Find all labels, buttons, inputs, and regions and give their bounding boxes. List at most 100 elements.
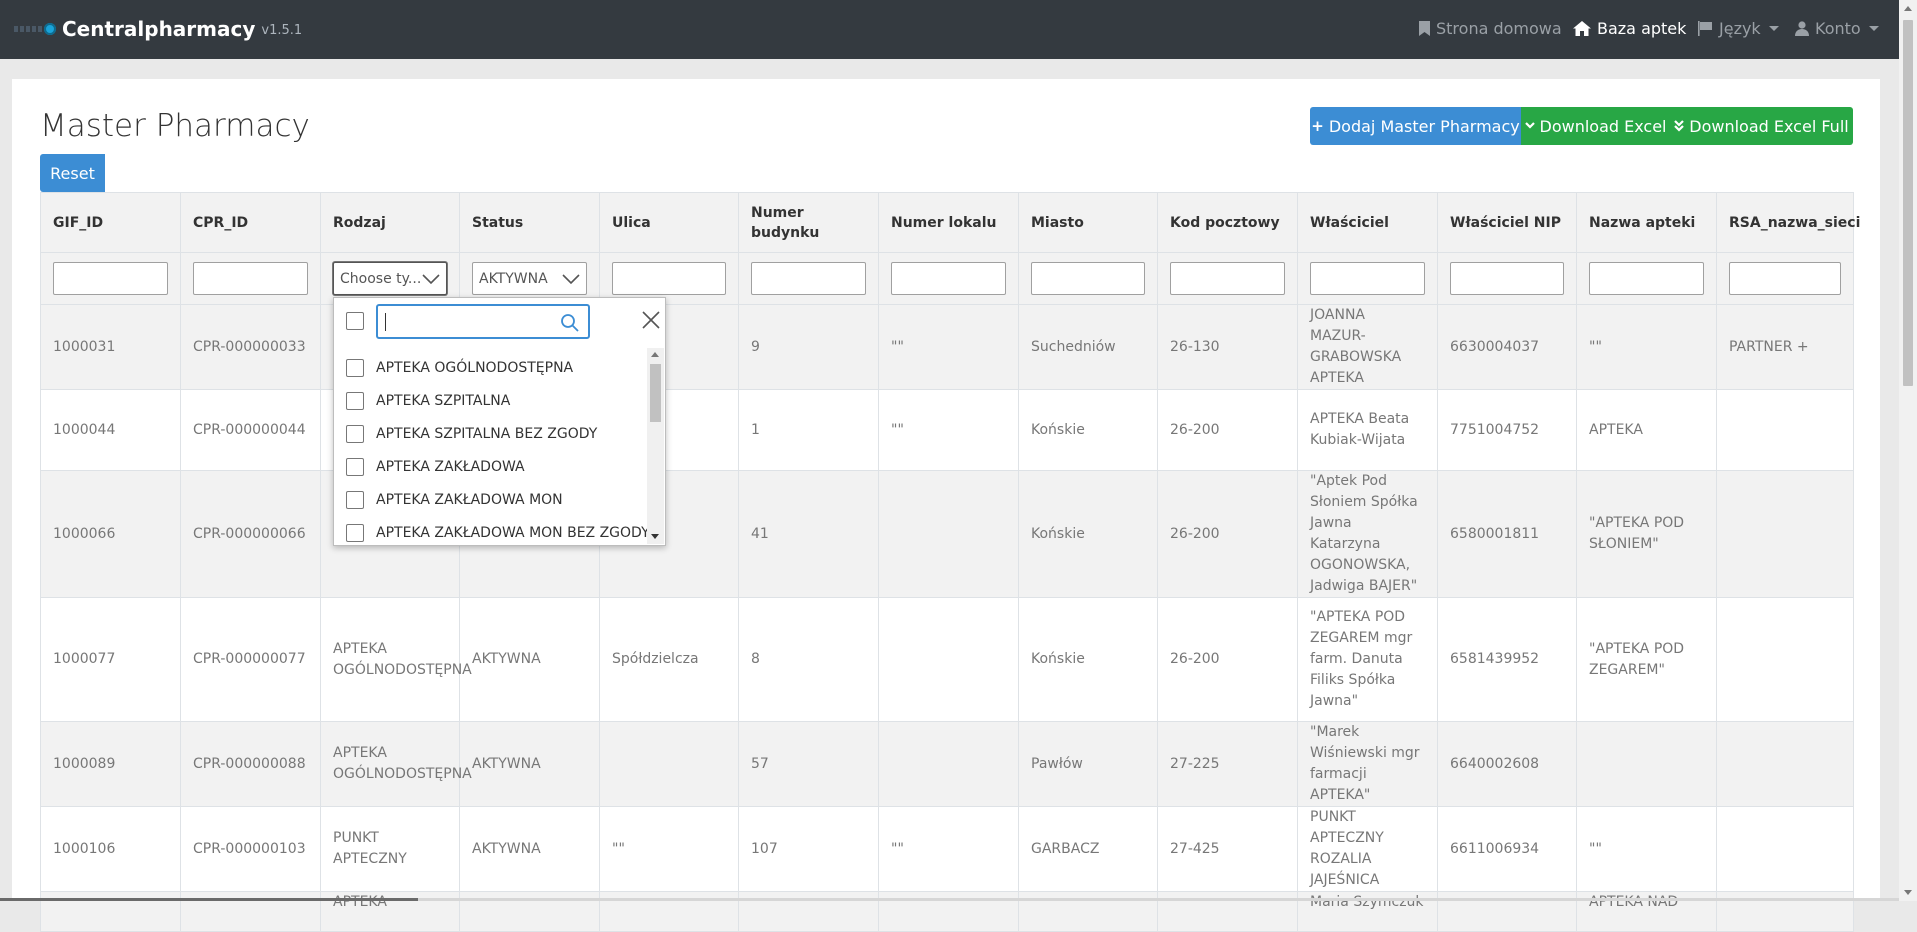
table-cell: 26-200	[1157, 470, 1298, 598]
column-header[interactable]: RSA_nazwa_sieci	[1716, 192, 1860, 253]
dropdown-option-list: APTEKA OGÓLNODOSTĘPNA APTEKA SZPITALNA APT…	[334, 351, 650, 549]
option-checkbox[interactable]	[346, 358, 364, 377]
table-cell: 26-200	[1157, 389, 1298, 471]
table-cell: PUNKT APTECZNY ROZALIA JAJEŚNICA	[1297, 806, 1438, 892]
table-cell: ""	[1576, 304, 1717, 390]
table-cell: APTEKA	[1576, 389, 1717, 471]
owner-nip-filter-input[interactable]	[1450, 262, 1564, 295]
nav-pharmacy-db[interactable]: Baza aptek	[1573, 16, 1686, 40]
option-checkbox[interactable]	[346, 490, 364, 509]
table-cell: Końskie	[1018, 470, 1158, 598]
table-row[interactable]: 1000044CPR-000000044wa1""Końskie26-200AP…	[40, 389, 1854, 471]
table-row[interactable]: 1000066CPR-000000066NAalna41Końskie26-20…	[40, 470, 1854, 598]
column-header[interactable]: Ulica	[599, 192, 739, 253]
table-cell: 1000044	[40, 389, 181, 471]
cpr-id-filter-input[interactable]	[193, 262, 308, 295]
column-header[interactable]: Właściciel	[1297, 192, 1438, 253]
filter-cell	[1716, 252, 1854, 305]
option-checkbox[interactable]	[346, 424, 364, 443]
brand-logo-icon	[14, 22, 56, 36]
dropdown-scrollbar[interactable]	[647, 348, 664, 544]
add-button-label: Dodaj Master Pharmacy	[1328, 116, 1520, 136]
download-excel-full-button[interactable]: Download Excel Full	[1670, 107, 1853, 145]
table-cell: CPR-000000088	[180, 721, 321, 807]
table-row[interactable]: 1000089 CPR-000000088 APTEKA OGÓLNODOSTĘPN…	[40, 721, 1854, 807]
type-filter-select[interactable]: Choose ty...	[333, 262, 447, 295]
dropdown-option[interactable]: APTEKA ZAKŁADOWA	[334, 450, 644, 483]
add-master-pharmacy-button[interactable]: + Dodaj Master Pharmacy	[1310, 107, 1521, 145]
scrollbar-thumb[interactable]	[650, 364, 661, 422]
table-cell: 1000106	[40, 806, 181, 892]
scroll-down-icon[interactable]	[1904, 890, 1912, 895]
pharmacy-name-filter-input[interactable]	[1589, 262, 1704, 295]
reset-button[interactable]: Reset	[40, 154, 105, 192]
nav-language[interactable]: Język	[1697, 16, 1779, 40]
street-filter-input[interactable]	[612, 262, 726, 295]
table-cell: "APTEKA POD ZEGAREM mgr farm. Danuta Fil…	[1297, 597, 1438, 722]
dropdown-option[interactable]: APTEKA ZAKŁADOWA MON	[334, 483, 644, 516]
table-row[interactable]: 1000106 CPR-000000103 PUNKT APTECZNY AKTYWN…	[40, 806, 1854, 892]
user-icon	[1795, 20, 1809, 36]
option-checkbox[interactable]	[346, 457, 364, 476]
download-excel-button[interactable]: Download Excel	[1521, 107, 1670, 145]
table-row[interactable]: 1000031CPR-000000033ck9""Suchedniów26-13…	[40, 304, 1854, 390]
owner-filter-input[interactable]	[1310, 262, 1425, 295]
table-row[interactable]: 1000077 CPR-000000077 APTEKA OGÓLNODOSTĘPN…	[40, 597, 1854, 722]
table-cell	[1716, 597, 1854, 722]
status-filter-select[interactable]: AKTYWNA	[472, 262, 587, 295]
dropdown-search-input[interactable]	[376, 304, 590, 339]
column-header[interactable]: Status	[459, 192, 600, 253]
column-header[interactable]: Numer lokalu	[878, 192, 1019, 253]
option-checkbox[interactable]	[346, 523, 364, 542]
dropdown-option[interactable]: APTEKA SZPITALNA BEZ ZGODY	[334, 417, 644, 450]
scroll-up-icon[interactable]	[651, 352, 659, 357]
column-header[interactable]: Właściciel NIP	[1437, 192, 1577, 253]
network-name-filter-input[interactable]	[1729, 262, 1841, 295]
chevron-down-icon	[1768, 25, 1779, 31]
dropdown-option[interactable]: APTEKA ZAKŁADOWA MON BEZ ZGODY	[334, 516, 650, 549]
table-cell	[1716, 806, 1854, 892]
table-cell: APTEKA OGÓLNODOSTĘPNA	[320, 721, 472, 807]
page-scrollbar[interactable]	[1899, 0, 1917, 901]
table-cell: 6630004037	[1437, 304, 1577, 390]
table-cell: 57	[738, 721, 879, 807]
column-header[interactable]: Rodzaj	[320, 192, 460, 253]
plus-icon: +	[1311, 117, 1324, 135]
building-number-filter-input[interactable]	[751, 262, 866, 295]
column-header[interactable]: GIF_ID	[40, 192, 181, 253]
option-checkbox[interactable]	[346, 391, 364, 410]
table-cell: CPR-000000066	[180, 470, 321, 598]
nav-account[interactable]: Konto	[1795, 16, 1879, 40]
scroll-up-icon[interactable]	[1904, 6, 1912, 11]
postal-code-filter-input[interactable]	[1170, 262, 1285, 295]
column-header[interactable]: Kod pocztowy	[1157, 192, 1298, 253]
table-cell: Końskie	[1018, 597, 1158, 722]
table-cell: APTEKA Beata Kubiak-Wijata	[1297, 389, 1438, 471]
filter-cell	[738, 252, 879, 305]
flag-icon	[1698, 20, 1712, 36]
table-cell: CPR-000000044	[180, 389, 321, 471]
scroll-down-icon[interactable]	[651, 534, 659, 539]
dropdown-option[interactable]: APTEKA OGÓLNODOSTĘPNA	[334, 351, 644, 384]
dropdown-option[interactable]: APTEKA SZPITALNA	[334, 384, 644, 417]
column-header[interactable]: CPR_ID	[180, 192, 321, 253]
column-header[interactable]: Nazwa apteki	[1576, 192, 1717, 253]
unit-number-filter-input[interactable]	[891, 262, 1006, 295]
scrollbar-thumb[interactable]	[1903, 20, 1913, 386]
column-header[interactable]: Miasto	[1018, 192, 1158, 253]
type-filter-dropdown: APTEKA OGÓLNODOSTĘPNA APTEKA SZPITALNA APT…	[333, 297, 666, 546]
close-icon[interactable]	[642, 311, 660, 329]
select-all-checkbox[interactable]	[346, 312, 364, 330]
table-cell	[1716, 389, 1854, 471]
table-cell	[1716, 470, 1854, 598]
pharmacy-table: GIF_ID CPR_ID Rodzaj Status Ulica Numer …	[40, 192, 1860, 932]
nav-home-page[interactable]: Strona domowa	[1419, 16, 1562, 40]
gif-id-filter-input[interactable]	[53, 262, 168, 295]
brand[interactable]: Centralpharmacy v1.5.1	[14, 14, 302, 44]
table-cell: "APTEKA POD SŁONIEM"	[1576, 470, 1717, 598]
city-filter-input[interactable]	[1031, 262, 1145, 295]
table-cell: AKTYWNA	[459, 806, 600, 892]
column-header[interactable]: Numer budynku	[738, 192, 879, 253]
status-filter-value: AKTYWNA	[479, 270, 548, 287]
table-cell: 9	[738, 304, 879, 390]
